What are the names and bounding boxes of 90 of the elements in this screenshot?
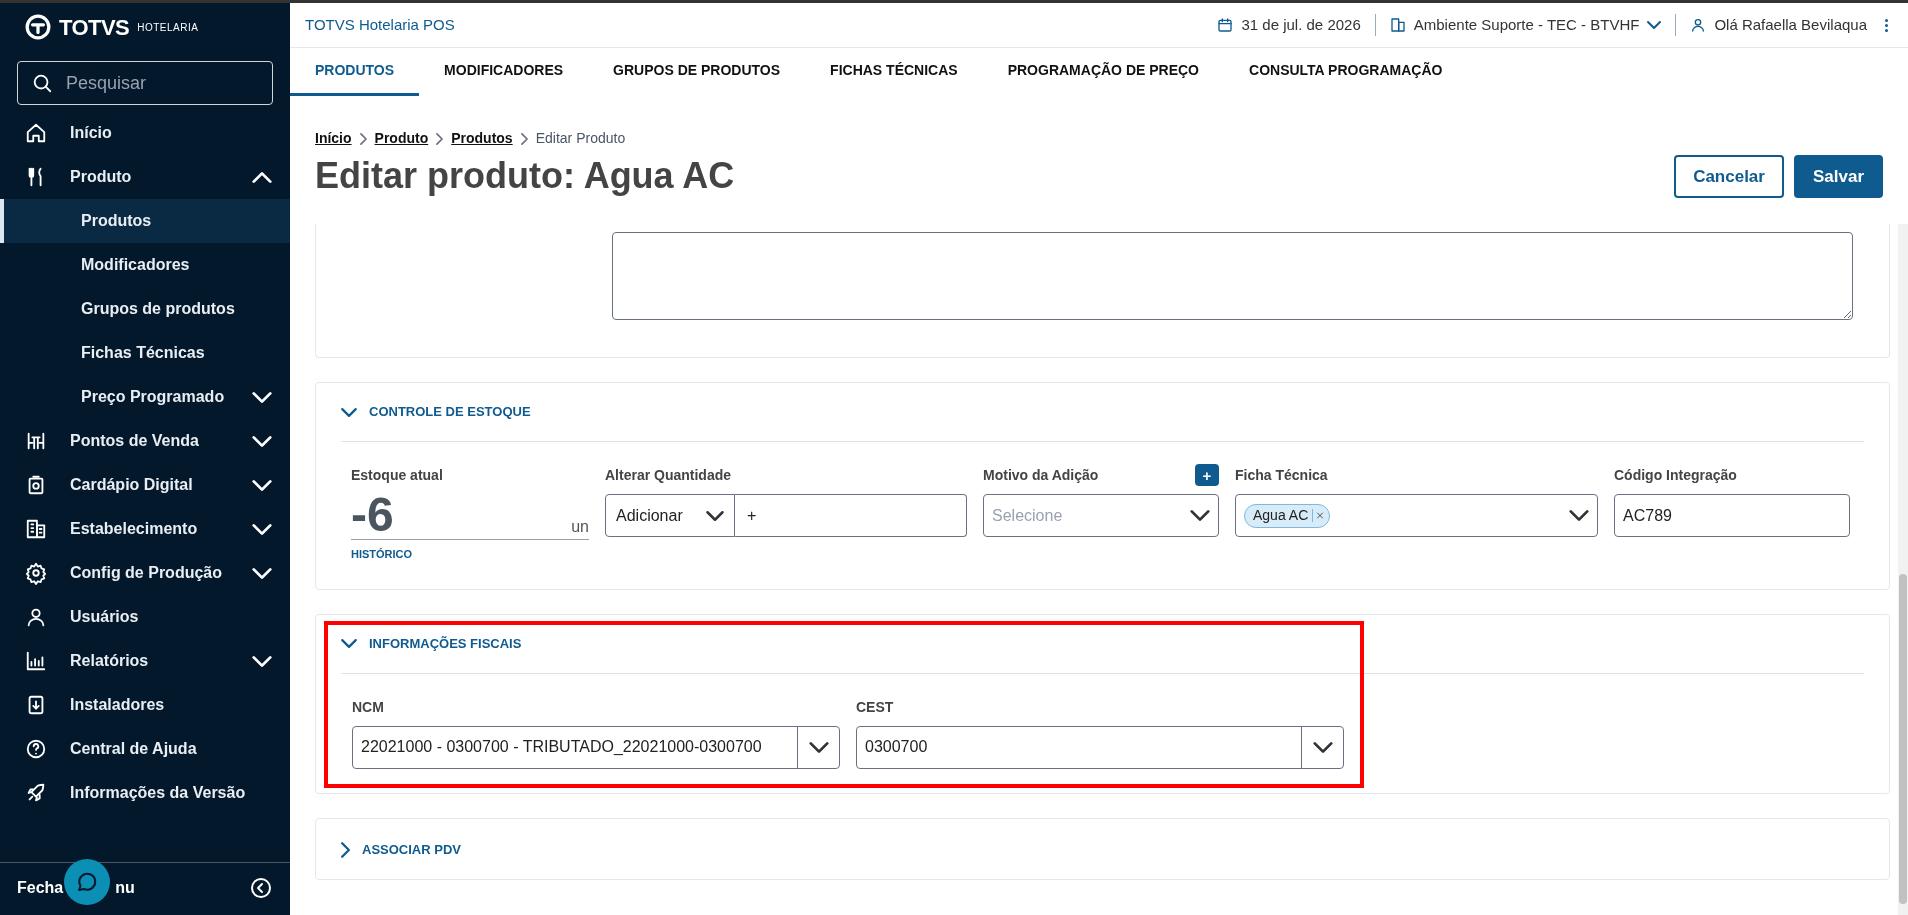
chevron-down-icon (808, 741, 829, 753)
chevron-down-icon (706, 510, 724, 521)
mode-dropdown[interactable]: Adicionar (605, 494, 735, 537)
environment-dropdown[interactable]: Ambiente Suporte - TEC - BTVHF (1389, 13, 1662, 37)
field-label: Estoque atual (351, 466, 444, 485)
tab[interactable]: PROGRAMAÇÃO DE PREÇO (982, 48, 1224, 96)
section-header[interactable]: ASSOCIAR PDV (316, 820, 1889, 879)
history-link[interactable]: HISTÓRICO (351, 546, 413, 563)
search-icon (31, 72, 53, 94)
select-field[interactable]: 22021000 - 0300700 - TRIBUTADO_22021000-0300700 (352, 725, 840, 769)
tag-chip[interactable]: Agua AC (1244, 503, 1331, 528)
chevron-right-icon (436, 132, 444, 145)
chat-button[interactable] (64, 859, 110, 905)
tab[interactable]: CONSULTA PROGRAMAÇÃO (1224, 48, 1468, 96)
chevron-down-icon (341, 639, 357, 648)
sidebar-item[interactable]: Grupos de produtos (0, 287, 290, 331)
page-title: Editar produto: Agua AC (315, 154, 736, 198)
chevron-right-icon (341, 841, 350, 858)
calendar-icon (1217, 17, 1234, 33)
text-area[interactable] (612, 232, 1853, 320)
chevron-down-icon (1647, 21, 1662, 29)
unit-label: un (571, 517, 589, 537)
chevron-down-icon (1312, 741, 1333, 753)
close-icon (1312, 509, 1326, 522)
quantity-field[interactable]: + (735, 494, 967, 537)
building-icon (1389, 17, 1406, 33)
select-field[interactable]: 0300700 (856, 725, 1344, 769)
breadcrumb-link[interactable]: Início (315, 128, 352, 149)
person-icon (25, 606, 47, 628)
logo-subtitle: HOTELARIA (137, 20, 199, 35)
building-icon (25, 518, 47, 540)
sidebar-item[interactable]: Início (0, 111, 290, 155)
app-title: TOTVS Hotelaria POS (305, 14, 456, 35)
recipe-multiselect[interactable]: Agua AC (1235, 494, 1598, 537)
close-menu-label[interactable]: Fecha (17, 875, 64, 900)
sidebar-item[interactable]: Produtos (0, 199, 290, 243)
gear-icon (25, 562, 47, 584)
section-header[interactable]: INFORMAÇÕES FISCAIS (316, 614, 1889, 673)
tab[interactable]: GRUPOS DE PRODUTOS (588, 48, 806, 96)
sidebar-item[interactable]: Config de Produção (0, 551, 290, 595)
field-label: Motivo da Adição (983, 466, 1099, 485)
chevron-down-icon (1190, 510, 1210, 521)
sidebar-item[interactable]: Central de Ajuda (0, 727, 290, 771)
close-menu-label[interactable]: nu (115, 875, 249, 900)
search-field[interactable]: Pesquisar (17, 61, 273, 105)
breadcrumb-link[interactable]: Produtos (451, 128, 513, 149)
field-label: Alterar Quantidade (605, 466, 733, 485)
chevron-down-icon (1569, 510, 1589, 521)
tab[interactable]: FICHAS TÉCNICAS (805, 48, 983, 96)
user-icon (1690, 17, 1707, 33)
field-label: NCM (352, 697, 385, 717)
add-button[interactable]: + (1195, 464, 1219, 486)
date-label: 31 de jul. de 2026 (1241, 14, 1361, 35)
user-greeting: Olá Rafaella Bevilaqua (1714, 14, 1867, 35)
sidebar-item[interactable]: Usuários (0, 595, 290, 639)
logo-icon (25, 14, 51, 40)
sidebar-item[interactable]: Pontos de Venda (0, 419, 290, 463)
sidebar-item[interactable]: Relatórios (0, 639, 290, 683)
help-icon (25, 738, 47, 760)
sidebar-item[interactable]: Estabelecimento (0, 507, 290, 551)
breadcrumb-link[interactable]: Produto (374, 128, 429, 149)
scrollbar[interactable] (1898, 224, 1908, 915)
sidebar-item[interactable]: Produto (0, 155, 290, 199)
logo-text: TOTVS (59, 13, 130, 42)
sidebar-item[interactable]: Fichas Técnicas (0, 331, 290, 375)
field-label: CEST (856, 697, 895, 717)
cancel-button[interactable]: Cancelar (1674, 155, 1784, 198)
save-button[interactable]: Salvar (1793, 155, 1883, 198)
chevron-right-icon (520, 132, 528, 145)
breadcrumb-current: Editar Produto (535, 129, 626, 148)
collapse-icon (249, 875, 273, 900)
home-icon (25, 122, 47, 144)
stock-value: -6 (351, 491, 394, 539)
sidebar-item[interactable]: Cardápio Digital (0, 463, 290, 507)
field-label: Código Integração (1614, 466, 1738, 485)
bar-chart-icon (25, 650, 47, 672)
chat-icon (75, 870, 99, 894)
chevron-down-icon (341, 407, 357, 417)
tab[interactable]: MODIFICADORES (419, 48, 589, 96)
tab[interactable]: PRODUTOS (290, 48, 420, 96)
sidebar-item[interactable]: Preço Programado (0, 375, 290, 419)
sidebar-item[interactable]: Instaladores (0, 683, 290, 727)
sidebar-item[interactable]: Modificadores (0, 243, 290, 287)
rocket-icon (25, 782, 47, 804)
sidebar-item[interactable]: Informações da Versão (0, 771, 290, 815)
table-chairs-icon (25, 430, 47, 452)
section-header[interactable]: CONTROLE DE ESTOQUE (316, 383, 1889, 441)
chevron-right-icon (359, 132, 367, 145)
field-label: Ficha Técnica (1235, 466, 1329, 485)
integration-code-field[interactable]: AC789 (1614, 494, 1850, 537)
